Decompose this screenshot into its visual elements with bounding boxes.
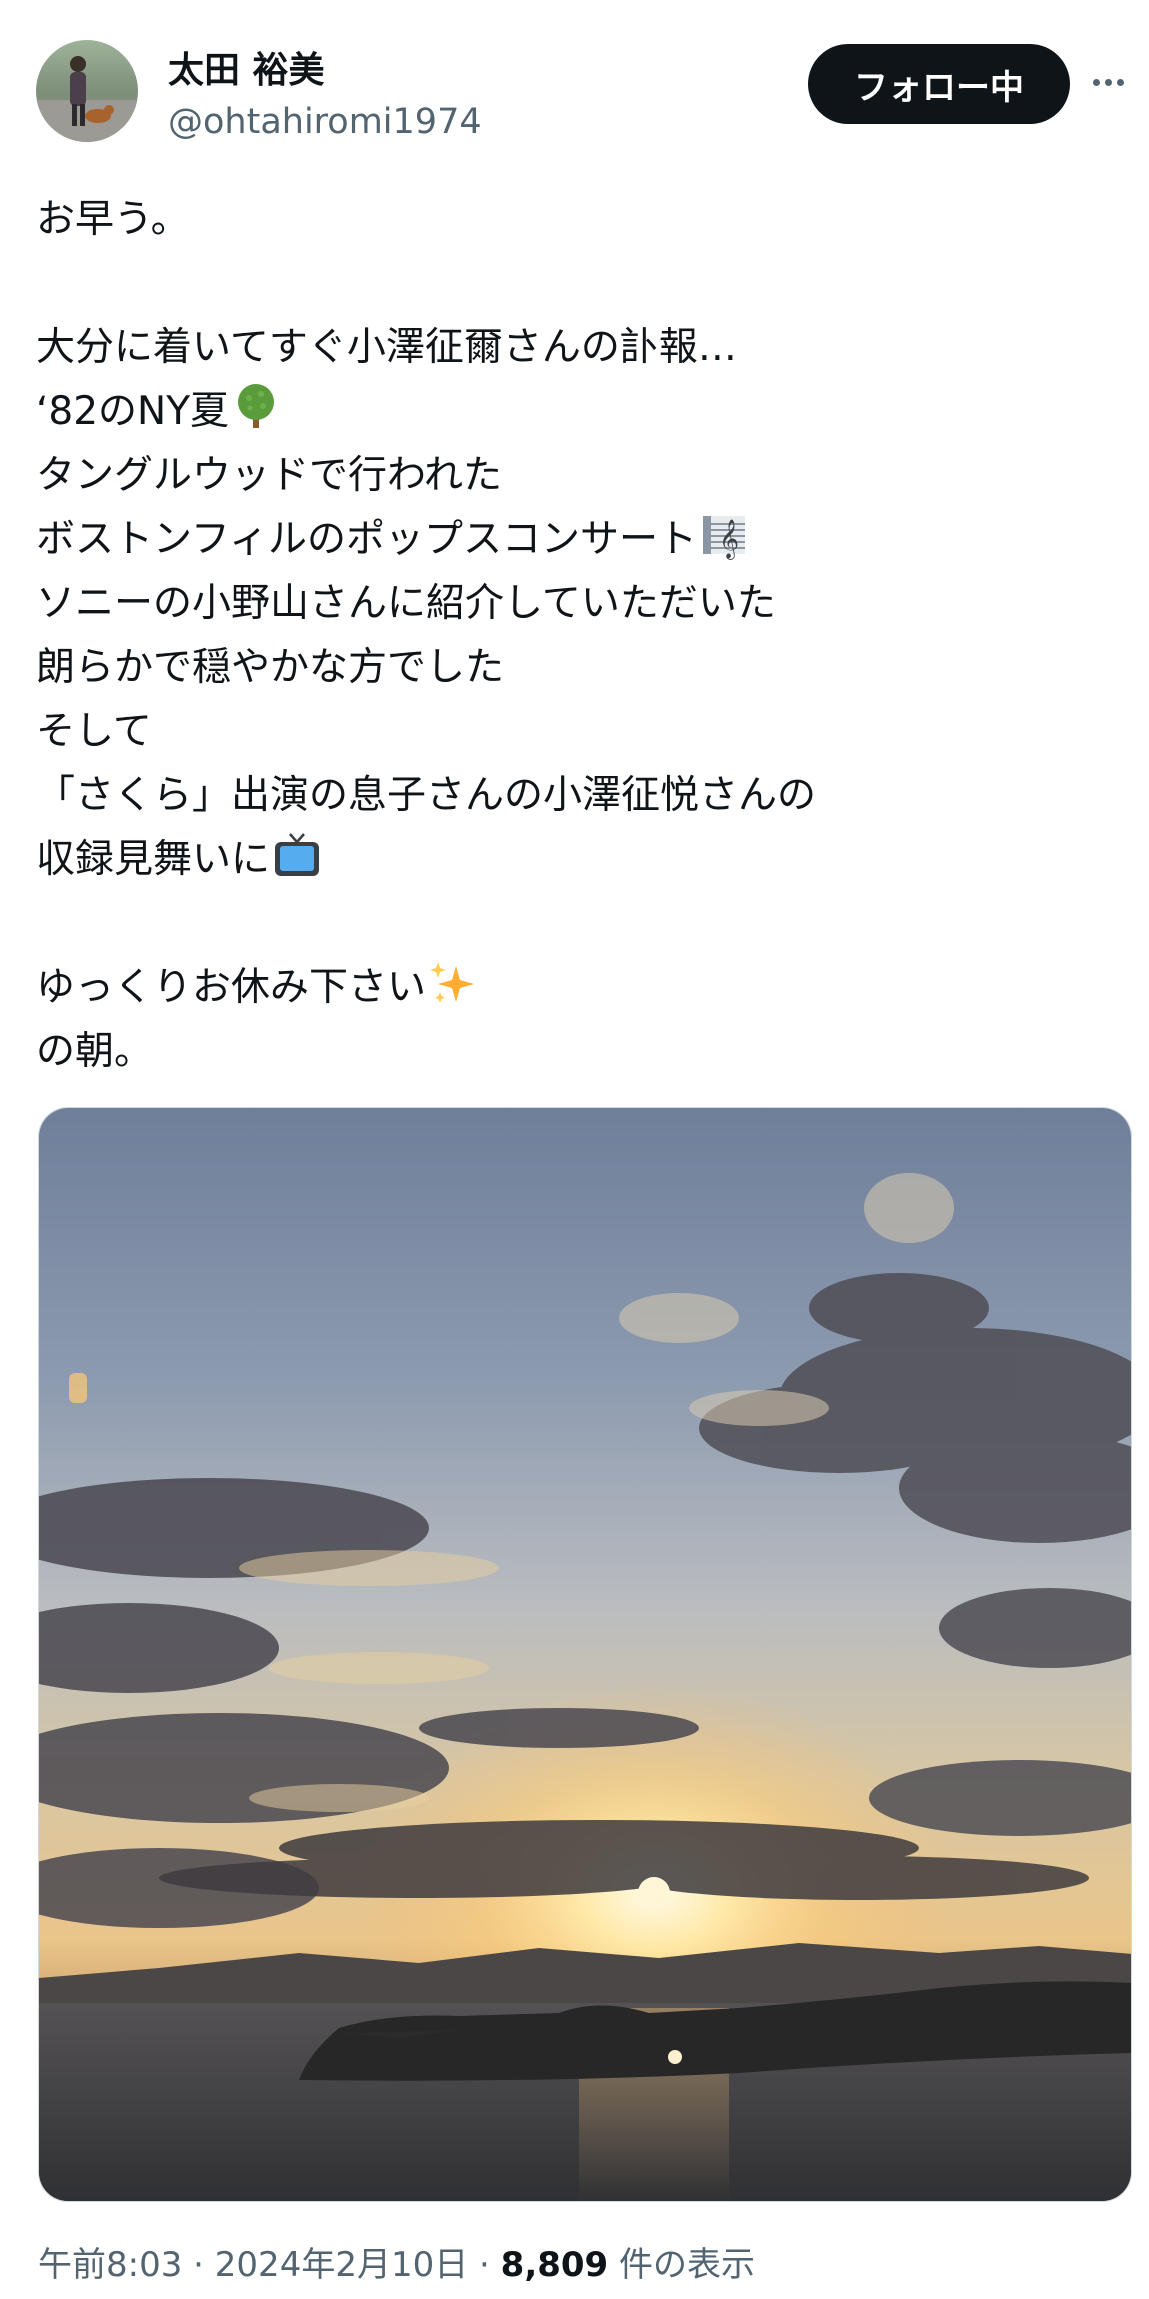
- tweet-line-with-emoji: ゆっくりお休み下さい: [36, 956, 1116, 1020]
- tweet-line-text: ゆっくりお休み下さい: [36, 965, 427, 1010]
- following-button[interactable]: フォロー中: [808, 44, 1070, 124]
- meta-separator: ·: [182, 2245, 215, 2285]
- tweet-line: 朗らかで穏やかな方でした: [36, 645, 505, 690]
- tweet-line: タングルウッドで行われた: [36, 453, 503, 498]
- more-dot: [1092, 78, 1100, 86]
- tweet-page: 太田 裕美 @ohtahiromi1974 フォロー中 お早う。 大分に着いてす…: [0, 0, 1149, 2299]
- more-dot: [1116, 78, 1124, 86]
- avatar[interactable]: [36, 40, 138, 142]
- tweet-line: 大分に着いてすぐ小澤征爾さんの訃報…: [36, 325, 737, 370]
- more-options-icon[interactable]: [1086, 60, 1130, 104]
- tweet-line-text: 収録見舞いに: [36, 837, 271, 882]
- musical-score-icon: 𝄞: [699, 510, 749, 560]
- view-count: 8,809: [500, 2245, 609, 2285]
- tweet-date[interactable]: 2024年2月10日: [215, 2245, 468, 2285]
- sparkles-icon: [428, 958, 478, 1008]
- tweet-line-with-emoji: ボストンフィルのポップスコンサート 𝄞: [36, 508, 1116, 572]
- tweet-time[interactable]: 午前8:03: [38, 2245, 182, 2285]
- tweet-line: お早う。: [36, 197, 190, 242]
- tweet-header: 太田 裕美 @ohtahiromi1974 フォロー中: [36, 40, 1126, 145]
- tweet-line-with-emoji: ‘82のNY夏: [36, 380, 1116, 444]
- tweet-line: 「さくら」出演の息子さんの小澤征悦さんの: [36, 773, 817, 818]
- sunrise-photo[interactable]: [38, 1107, 1132, 2202]
- tweet-line-text: ‘82のNY夏: [36, 389, 230, 434]
- more-dot: [1104, 78, 1112, 86]
- view-count-label: 件の表示: [608, 2245, 756, 2285]
- svg-text:𝄞: 𝄞: [719, 519, 739, 560]
- meta-separator: ·: [468, 2245, 501, 2285]
- tweet-line: の朝。: [36, 1029, 154, 1074]
- television-icon: [272, 830, 322, 880]
- tweet-line: ソニーの小野山さんに紹介していただいた: [36, 581, 776, 626]
- tweet-line: そして: [36, 709, 152, 754]
- tree-icon: [231, 382, 281, 432]
- tweet-line-with-emoji: 収録見舞いに: [36, 828, 1116, 892]
- author-names: 太田 裕美 @ohtahiromi1974: [168, 46, 482, 146]
- tweet-line-text: ボストンフィルのポップスコンサート: [36, 517, 698, 562]
- tweet-text: お早う。 大分に着いてすぐ小澤征爾さんの訃報… ‘82のNY夏 タングルウッドで…: [36, 188, 1116, 1084]
- user-handle[interactable]: @ohtahiromi1974: [168, 98, 482, 146]
- tweet-meta: 午前8:03 · 2024年2月10日 · 8,809 件の表示: [38, 2240, 755, 2290]
- display-name[interactable]: 太田 裕美: [168, 46, 482, 96]
